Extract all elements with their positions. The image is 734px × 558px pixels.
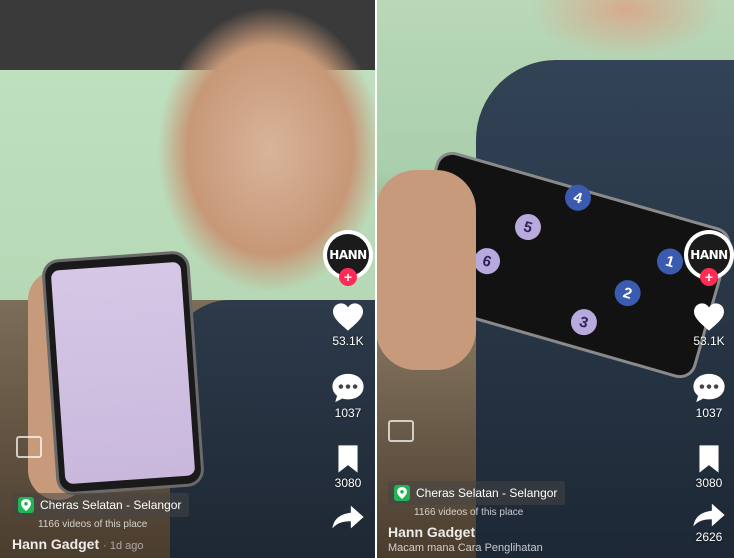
video-panel-left: HANN + 53.1K 1037 3080 Cheras Selatan - …: [0, 0, 376, 558]
comment-button[interactable]: 1037: [331, 372, 365, 420]
location-pin-icon: [394, 485, 410, 501]
comment-icon: [332, 373, 364, 403]
save-count: 3080: [695, 476, 723, 490]
like-count: 53.1K: [332, 334, 364, 348]
video-panel-right: 4 5 6 1 2 3 HANN + 53.1K 1037 3080 2626 …: [376, 0, 734, 558]
save-button[interactable]: 3080: [695, 444, 723, 490]
share-icon: [332, 505, 364, 529]
held-phone-screen: [50, 261, 196, 485]
save-count: 3080: [334, 476, 362, 490]
video-info: Cheras Selatan - Selangor 1166 videos of…: [12, 493, 306, 552]
comment-count: 1037: [695, 406, 723, 420]
author-name-text: Hann Gadget: [388, 524, 476, 540]
location-video-count: 1166 videos of this place: [38, 519, 148, 530]
post-age: · 1d ago: [103, 540, 144, 552]
comment-button[interactable]: 1037: [692, 372, 726, 420]
video-info: Cheras Selatan - Selangor 1166 videos of…: [388, 481, 664, 554]
pin-key-5: 5: [511, 210, 545, 244]
held-phone: [44, 253, 202, 493]
location-name: Cheras Selatan - Selangor: [40, 498, 182, 512]
heart-icon: [333, 303, 363, 331]
like-count: 53.1K: [693, 334, 725, 348]
follow-plus-icon[interactable]: +: [339, 268, 357, 286]
pin-key-3: 3: [567, 306, 601, 339]
location-tag[interactable]: Cheras Selatan - Selangor: [12, 493, 190, 517]
comment-count: 1037: [334, 406, 362, 420]
location-video-count: 1166 videos of this place: [414, 507, 524, 518]
location-name: Cheras Selatan - Selangor: [416, 486, 558, 500]
like-button[interactable]: 53.1K: [331, 302, 365, 348]
author-name-text: Hann Gadget: [12, 536, 100, 552]
share-button[interactable]: 2626: [692, 502, 726, 544]
panel-divider: [375, 0, 377, 558]
share-count: 2626: [695, 530, 723, 544]
author-name[interactable]: Hann Gadget · 1d ago: [12, 536, 306, 552]
save-button[interactable]: 3080: [334, 444, 362, 490]
like-button[interactable]: 53.1K: [692, 302, 726, 348]
location-pin-icon: [18, 497, 34, 513]
follow-plus-icon[interactable]: +: [700, 268, 718, 286]
creator-avatar[interactable]: HANN +: [686, 232, 732, 286]
share-icon: [693, 503, 725, 527]
author-name[interactable]: Hann Gadget: [388, 524, 664, 540]
pin-key-2: 2: [611, 277, 644, 310]
creator-avatar[interactable]: HANN +: [325, 232, 371, 286]
video-caption[interactable]: Macam mana Cara Penglihatan: [388, 542, 664, 554]
action-rail: HANN + 53.1K 1037 3080: [318, 232, 376, 530]
comment-icon: [693, 373, 725, 403]
bookmark-icon: [699, 445, 719, 473]
action-rail: HANN + 53.1K 1037 3080 2626: [679, 232, 734, 544]
caption-sticker-icon[interactable]: [16, 436, 42, 458]
location-tag[interactable]: Cheras Selatan - Selangor: [388, 481, 566, 505]
heart-icon: [694, 303, 724, 331]
person-hand: [376, 170, 476, 370]
caption-sticker-icon[interactable]: [388, 420, 414, 442]
share-button[interactable]: [331, 504, 365, 530]
bookmark-icon: [338, 445, 358, 473]
